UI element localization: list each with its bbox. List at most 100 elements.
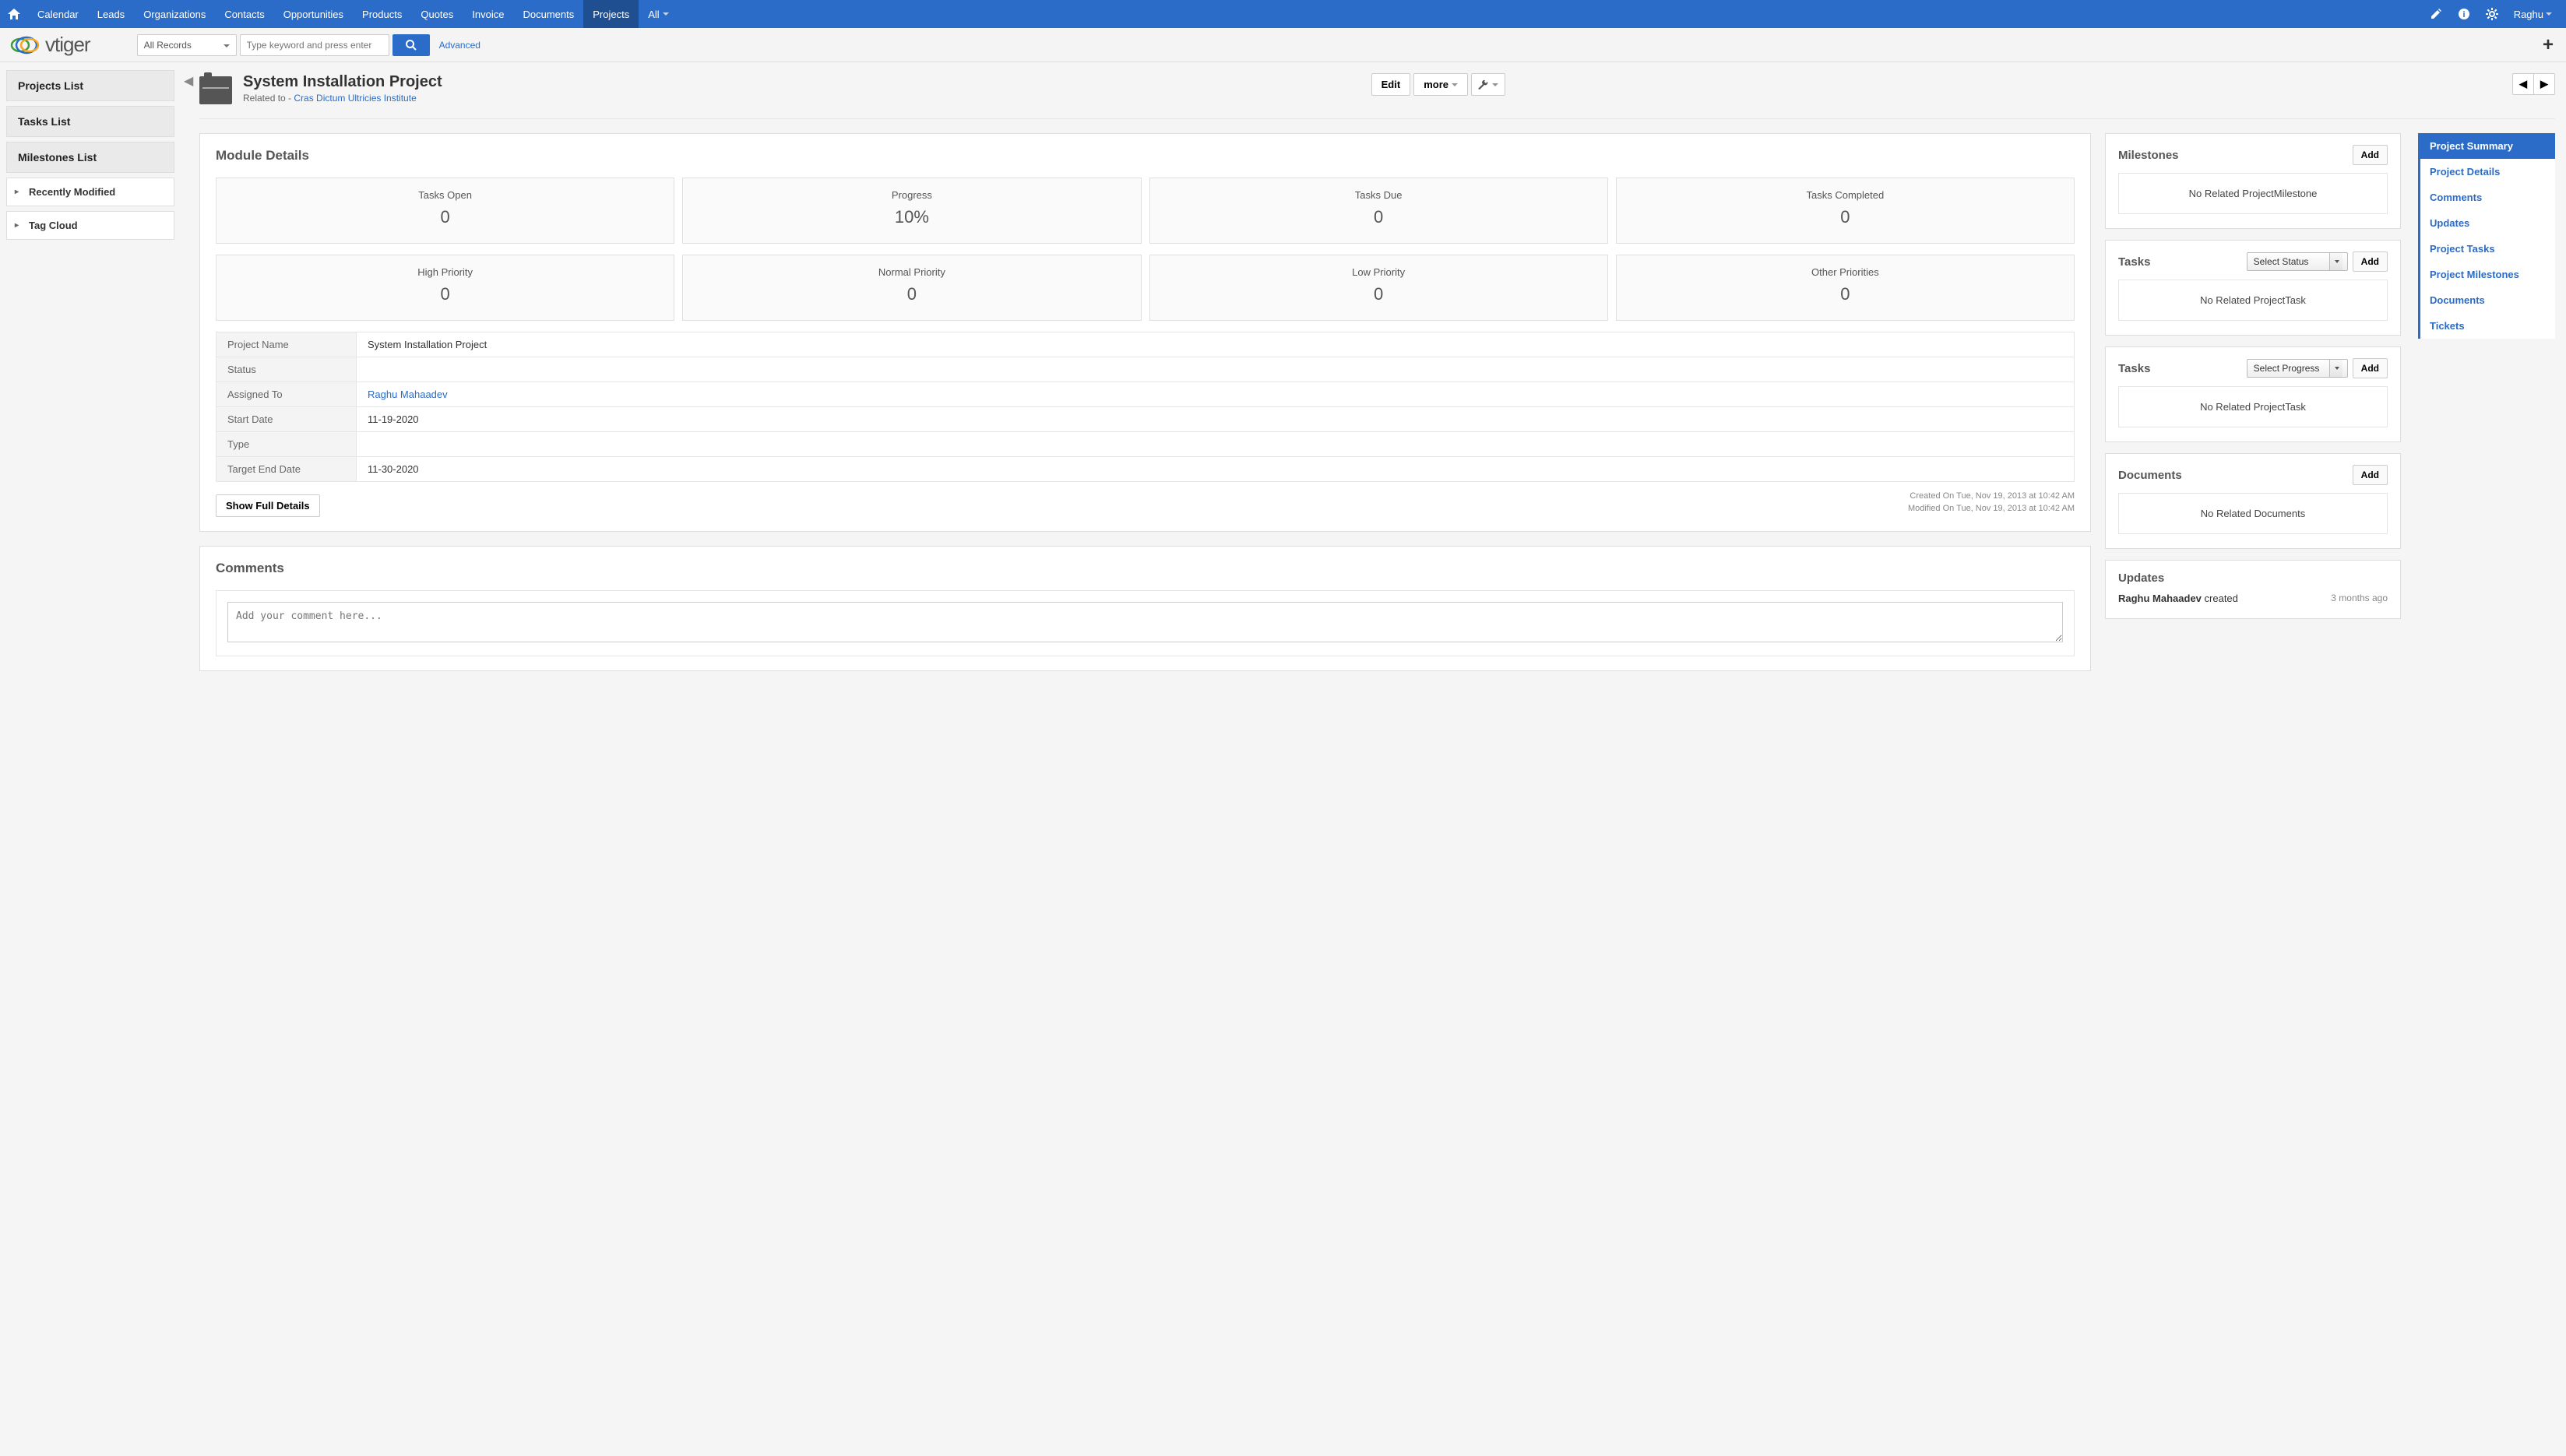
chevron-down-icon (2546, 12, 2552, 16)
add-task-status-button[interactable]: Add (2353, 251, 2388, 272)
nav-item-products[interactable]: Products (353, 0, 411, 28)
right-nav-project-details[interactable]: Project Details (2420, 159, 2555, 185)
record-title: System Installation Project (243, 73, 442, 91)
add-document-button[interactable]: Add (2353, 465, 2388, 485)
right-nav-project-summary[interactable]: Project Summary (2420, 133, 2555, 159)
milestones-panel: Milestones Add No Related ProjectMilesto… (2105, 133, 2401, 229)
stat-high-priority: High Priority0 (216, 255, 674, 321)
svg-text:i: i (2462, 10, 2465, 19)
details-table: Project NameSystem Installation ProjectS… (216, 332, 2075, 482)
stat-progress: Progress10% (682, 178, 1141, 244)
documents-title: Documents (2118, 469, 2182, 482)
tasks-progress-title: Tasks (2118, 362, 2150, 375)
left-sidebar: Projects List Tasks List Milestones List R… (0, 62, 181, 685)
more-button[interactable]: more (1413, 73, 1468, 96)
right-nav-comments[interactable]: Comments (2420, 185, 2555, 210)
add-milestone-button[interactable]: Add (2353, 145, 2388, 165)
sidebar-list-projects-list[interactable]: Projects List (6, 70, 174, 101)
search-button[interactable] (392, 34, 430, 56)
nav-item-quotes[interactable]: Quotes (411, 0, 463, 28)
updates-panel: Updates Raghu Mahaadev created 3 months … (2105, 560, 2401, 619)
select-status[interactable]: Select Status (2247, 252, 2348, 271)
nav-item-leads[interactable]: Leads (88, 0, 134, 28)
gear-icon[interactable] (2481, 3, 2503, 25)
updates-title: Updates (2118, 571, 2164, 585)
search-input[interactable] (240, 34, 389, 56)
content-wrap: Projects List Tasks List Milestones List R… (0, 62, 2566, 685)
milestones-empty: No Related ProjectMilestone (2118, 173, 2388, 214)
stat-normal-priority: Normal Priority0 (682, 255, 1141, 321)
add-task-progress-button[interactable]: Add (2353, 358, 2388, 378)
tools-button[interactable] (1471, 73, 1505, 96)
right-nav-tickets[interactable]: Tickets (2420, 313, 2555, 339)
sidebar-list-milestones-list[interactable]: Milestones List (6, 142, 174, 173)
documents-empty: No Related Documents (2118, 493, 2388, 534)
collapse-sidebar-icon[interactable]: ◀ (184, 73, 193, 89)
tasks-status-panel: Tasks Select Status Add No Related Proje… (2105, 240, 2401, 336)
stat-tasks-due: Tasks Due0 (1149, 178, 1608, 244)
nav-item-contacts[interactable]: Contacts (215, 0, 273, 28)
detail-row: Target End Date11-30-2020 (216, 457, 2074, 482)
nav-item-organizations[interactable]: Organizations (134, 0, 215, 28)
logo[interactable]: vtiger (9, 33, 90, 57)
search-group: All Records Advanced (137, 34, 480, 56)
edit-button[interactable]: Edit (1371, 73, 1411, 96)
records-select[interactable]: All Records (137, 34, 237, 56)
header-bar: vtiger All Records Advanced + (0, 28, 2566, 62)
right-nav-updates[interactable]: Updates (2420, 210, 2555, 236)
modified-on: Modified On Tue, Nov 19, 2013 at 10:42 A… (1908, 504, 2075, 513)
next-record-button[interactable]: ▶ (2533, 73, 2555, 95)
stat-tasks-open: Tasks Open0 (216, 178, 674, 244)
detail-row: Type (216, 432, 2074, 457)
comments-card: Comments (199, 546, 2091, 671)
right-nav-project-tasks[interactable]: Project Tasks (2420, 236, 2555, 262)
nav-item-invoice[interactable]: Invoice (463, 0, 513, 28)
search-icon (406, 40, 417, 51)
show-full-details-button[interactable]: Show Full Details (216, 494, 320, 517)
home-icon[interactable] (0, 0, 28, 28)
chevron-down-icon (1452, 83, 1458, 86)
nav-item-projects[interactable]: Projects (583, 0, 639, 28)
briefcase-icon (199, 76, 232, 104)
comment-input[interactable] (227, 602, 2063, 642)
add-button[interactable]: + (2543, 34, 2554, 56)
record-header: System Installation Project Related to -… (199, 69, 2555, 119)
nav-item-all[interactable]: All (639, 0, 678, 28)
prev-record-button[interactable]: ◀ (2512, 73, 2534, 95)
right-nav: Project SummaryProject DetailsCommentsUp… (2418, 133, 2555, 339)
select-progress[interactable]: Select Progress (2247, 359, 2348, 378)
chevron-down-icon (663, 12, 669, 16)
stat-low-priority: Low Priority0 (1149, 255, 1608, 321)
assigned-to-link[interactable]: Raghu Mahaadev (368, 389, 448, 400)
nav-item-documents[interactable]: Documents (513, 0, 583, 28)
record-subtitle: Related to - Cras Dictum Ultricies Insti… (243, 93, 442, 104)
nav-item-calendar[interactable]: Calendar (28, 0, 88, 28)
content-row: Module Details Tasks Open0Progress10%Tas… (199, 133, 2555, 685)
module-details-card: Module Details Tasks Open0Progress10%Tas… (199, 133, 2091, 532)
stat-other-priorities: Other Priorities0 (1616, 255, 2075, 321)
created-on: Created On Tue, Nov 19, 2013 at 10:42 AM (1908, 491, 2075, 501)
edit-icon[interactable] (2425, 3, 2447, 25)
sidebar-list-tasks-list[interactable]: Tasks List (6, 106, 174, 137)
detail-row: Status (216, 357, 2074, 382)
sidebar-accordion-recently-modified[interactable]: Recently Modified (6, 178, 174, 206)
wrench-icon (1478, 80, 1489, 90)
right-nav-documents[interactable]: Documents (2420, 287, 2555, 313)
detail-row: Start Date11-19-2020 (216, 407, 2074, 432)
related-to-link[interactable]: Cras Dictum Ultricies Institute (294, 93, 416, 104)
milestones-title: Milestones (2118, 149, 2179, 162)
user-menu[interactable]: Raghu (2509, 9, 2557, 20)
tasks-progress-panel: Tasks Select Progress Add No Related Pro… (2105, 346, 2401, 442)
nav-item-opportunities[interactable]: Opportunities (274, 0, 353, 28)
detail-row: Assigned ToRaghu Mahaadev (216, 382, 2074, 407)
advanced-search-link[interactable]: Advanced (439, 40, 480, 51)
user-name: Raghu (2514, 9, 2543, 20)
stat-tasks-completed: Tasks Completed0 (1616, 178, 2075, 244)
right-nav-project-milestones[interactable]: Project Milestones (2420, 262, 2555, 287)
sidebar-accordion-tag-cloud[interactable]: Tag Cloud (6, 211, 174, 240)
comments-title: Comments (216, 561, 2075, 576)
update-item: Raghu Mahaadev created 3 months ago (2118, 593, 2388, 604)
documents-panel: Documents Add No Related Documents (2105, 453, 2401, 549)
info-icon[interactable]: i (2453, 3, 2475, 25)
logo-text: vtiger (45, 33, 90, 57)
